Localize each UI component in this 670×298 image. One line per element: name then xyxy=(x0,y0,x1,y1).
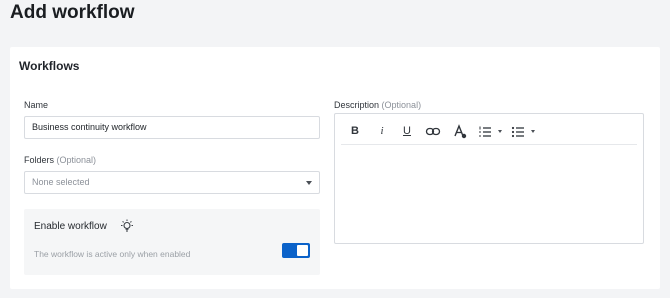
numbered-list-dropdown-icon[interactable] xyxy=(498,130,502,133)
italic-icon[interactable]: i xyxy=(376,124,388,139)
bulleted-list-dropdown-icon[interactable] xyxy=(531,130,535,133)
link-icon[interactable] xyxy=(425,124,441,139)
description-label: Description (Optional) xyxy=(334,100,422,110)
enable-workflow-toggle[interactable] xyxy=(282,243,310,258)
enable-workflow-title: Enable workflow xyxy=(34,221,107,232)
enable-workflow-hint: The workflow is active only when enabled xyxy=(34,249,191,259)
page-title: Add workflow xyxy=(10,2,135,23)
name-label: Name xyxy=(24,100,49,110)
underline-icon[interactable]: U xyxy=(401,124,413,139)
workflow-card: Workflows Name Business continuity workf… xyxy=(10,47,660,289)
bold-icon[interactable]: B xyxy=(349,124,361,139)
toggle-knob xyxy=(297,245,308,256)
name-input[interactable]: Business continuity workflow xyxy=(24,116,320,139)
text-color-icon[interactable] xyxy=(453,124,467,139)
folders-select[interactable]: None selected xyxy=(24,171,320,194)
bulleted-list-icon[interactable] xyxy=(511,124,525,139)
description-editor[interactable]: B i U xyxy=(334,113,644,244)
card-title: Workflows xyxy=(19,59,80,73)
chevron-down-icon xyxy=(306,181,312,185)
enable-workflow-panel: Enable workflow The workflow is active o… xyxy=(24,209,320,275)
editor-toolbar: B i U xyxy=(341,119,637,145)
numbered-list-icon[interactable] xyxy=(478,124,492,139)
lightbulb-icon xyxy=(121,219,133,232)
folders-select-value: None selected xyxy=(32,177,90,187)
folders-label: Folders (Optional) xyxy=(24,155,97,165)
